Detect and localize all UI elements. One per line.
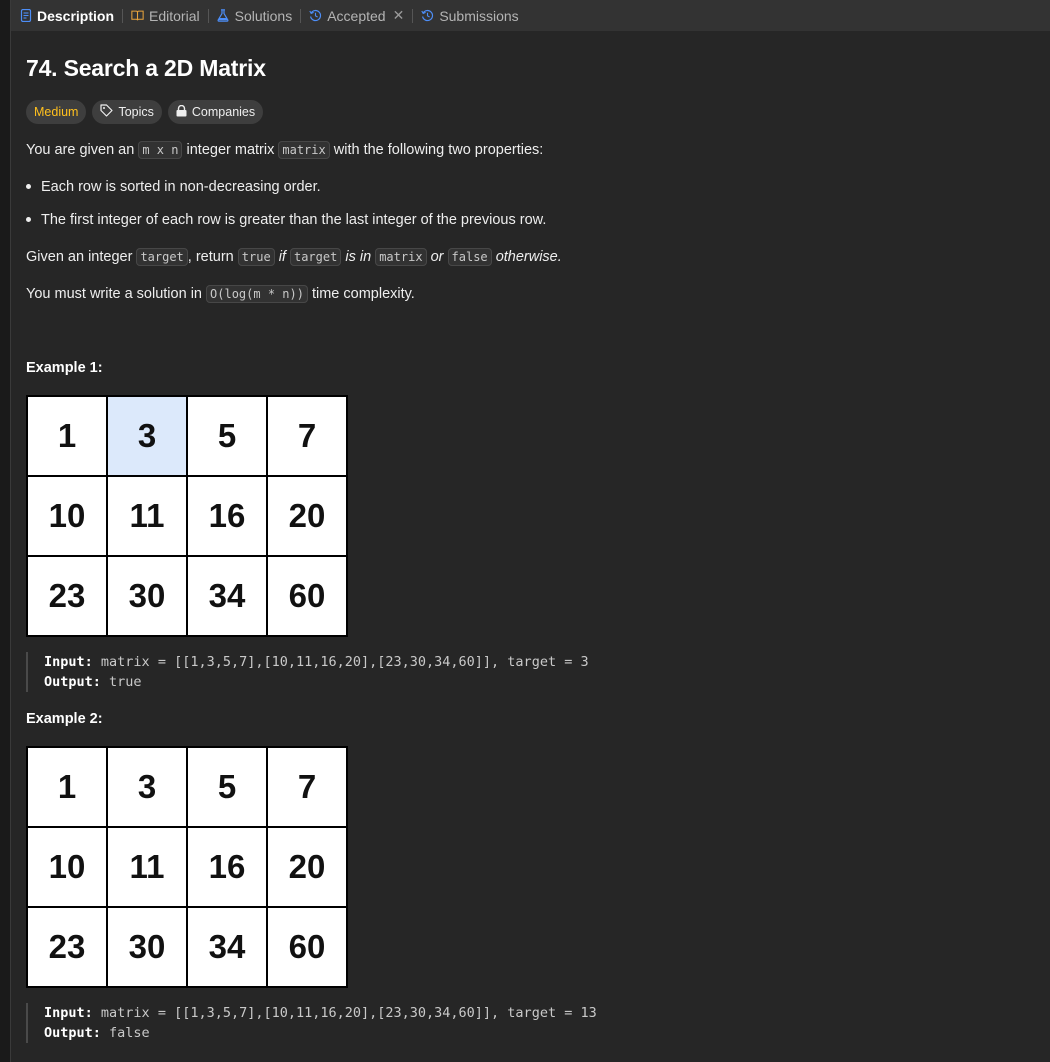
history-icon — [309, 9, 322, 22]
text: You are given an — [26, 142, 135, 158]
list-item-text: The first integer of each row is greater… — [41, 212, 547, 228]
tag-icon — [100, 104, 114, 120]
output-label: Output: — [44, 1025, 101, 1041]
inline-code: false — [447, 248, 492, 266]
inline-code: matrix — [375, 248, 427, 266]
example-2-matrix-image: 1 3 5 7 10 11 16 20 23 30 34 60 — [26, 746, 348, 988]
companies-label: Companies — [191, 105, 256, 119]
matrix-cell: 20 — [267, 476, 347, 556]
text: with the following two properties: — [333, 142, 544, 158]
matrix-cell: 5 — [187, 396, 267, 476]
output-value: true — [109, 674, 142, 690]
tab-description-label: Description — [37, 7, 115, 24]
example-1-title: Example 1: — [26, 360, 103, 376]
inline-code: target — [289, 248, 342, 266]
matrix-cell: 5 — [187, 747, 267, 827]
text: is in — [345, 249, 372, 265]
description-paragraph: Given an integer target, return true if … — [26, 248, 562, 266]
book-icon — [131, 9, 144, 22]
window-edge — [0, 0, 11, 1062]
list-item: Each row is sorted in non-decreasing ord… — [26, 179, 321, 195]
matrix-cell: 1 — [27, 396, 107, 476]
text: You must write a solution in — [26, 286, 202, 302]
companies-button[interactable]: Companies — [167, 100, 264, 124]
example-2-io: Input: matrix = [[1,3,5,7],[10,11,16,20]… — [26, 1003, 597, 1043]
text: or — [430, 249, 444, 265]
description-paragraph: You are given an m x n integer matrix ma… — [26, 141, 544, 159]
lock-icon — [176, 104, 187, 120]
topics-label: Topics — [118, 105, 154, 119]
text: Given an integer — [26, 249, 133, 265]
text: if — [278, 249, 286, 265]
matrix-cell: 23 — [27, 556, 107, 636]
matrix-cell: 34 — [187, 556, 267, 636]
tab-bar: Description Editorial Solutions Accepted… — [11, 0, 1050, 31]
output-label: Output: — [44, 674, 101, 690]
example-1-matrix-image: 1 3 5 7 10 11 16 20 23 30 34 60 — [26, 395, 348, 637]
tab-editorial-label: Editorial — [149, 7, 200, 24]
matrix-cell: 16 — [187, 827, 267, 907]
example-1-io: Input: matrix = [[1,3,5,7],[10,11,16,20]… — [26, 652, 589, 692]
matrix-cell: 7 — [267, 396, 347, 476]
topics-button[interactable]: Topics — [92, 100, 162, 124]
inline-code: true — [237, 248, 275, 266]
matrix-cell: 60 — [267, 556, 347, 636]
tab-solutions[interactable]: Solutions — [209, 0, 301, 31]
tab-editorial[interactable]: Editorial — [123, 0, 208, 31]
bullet-icon — [26, 216, 31, 222]
matrix-cell: 10 — [27, 827, 107, 907]
inline-code: m x n — [138, 141, 183, 159]
tab-submissions-label: Submissions — [439, 7, 519, 24]
matrix-cell: 30 — [107, 556, 187, 636]
list-item: The first integer of each row is greater… — [26, 212, 546, 228]
tab-accepted[interactable]: Accepted ✕ — [301, 0, 412, 31]
history-icon — [421, 9, 434, 22]
matrix-cell: 7 — [267, 747, 347, 827]
tab-description[interactable]: Description — [11, 0, 122, 31]
list-item-text: Each row is sorted in non-decreasing ord… — [41, 179, 321, 195]
tab-solutions-label: Solutions — [234, 7, 293, 24]
input-label: Input: — [44, 1005, 93, 1021]
matrix-cell: 16 — [187, 476, 267, 556]
matrix-cell: 11 — [107, 827, 187, 907]
input-value: matrix = [[1,3,5,7],[10,11,16,20],[23,30… — [100, 654, 589, 670]
flask-icon — [217, 9, 230, 22]
inline-code: target — [136, 248, 188, 266]
text: , return — [187, 249, 234, 265]
matrix-cell: 34 — [187, 907, 267, 987]
matrix-cell: 30 — [107, 907, 187, 987]
problem-tags: Medium Topics Companies — [26, 100, 264, 124]
tab-accepted-label: Accepted — [327, 7, 386, 24]
matrix-cell: 23 — [27, 907, 107, 987]
input-label: Input: — [44, 654, 93, 670]
matrix-cell: 3 — [107, 747, 187, 827]
matrix-cell: 20 — [267, 827, 347, 907]
input-value: matrix = [[1,3,5,7],[10,11,16,20],[23,30… — [100, 1005, 597, 1021]
matrix-cell: 11 — [107, 476, 187, 556]
matrix-cell: 3 — [107, 396, 187, 476]
text: otherwise. — [495, 249, 562, 265]
tab-submissions[interactable]: Submissions — [413, 0, 526, 31]
text: time complexity. — [311, 286, 415, 302]
matrix-cell: 10 — [27, 476, 107, 556]
problem-title: 74. Search a 2D Matrix — [26, 55, 266, 81]
example-2-title: Example 2: — [26, 711, 103, 727]
difficulty-badge: Medium — [26, 100, 87, 124]
output-value: false — [109, 1025, 150, 1041]
inline-code: O(log(m * n)) — [206, 285, 308, 303]
description-paragraph: You must write a solution in O(log(m * n… — [26, 285, 415, 303]
inline-code: matrix — [278, 141, 330, 159]
close-icon[interactable]: ✕ — [393, 7, 405, 24]
matrix-cell: 1 — [27, 747, 107, 827]
bullet-icon — [26, 183, 31, 189]
document-icon — [19, 9, 32, 22]
text: integer matrix — [186, 142, 275, 158]
matrix-cell: 60 — [267, 907, 347, 987]
